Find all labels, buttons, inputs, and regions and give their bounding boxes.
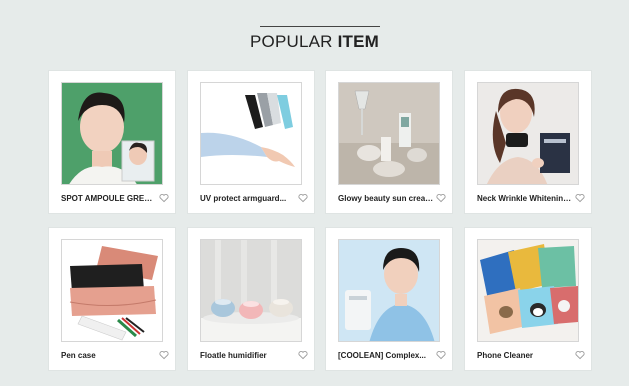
product-image[interactable] bbox=[61, 239, 163, 342]
product-card[interactable]: Neck Wrinkle Whitening... bbox=[465, 71, 591, 213]
product-grid: SPOT AMPOULE GREEN... UV protect armguar… bbox=[0, 0, 629, 386]
product-name[interactable]: Glowy beauty sun cream. bbox=[338, 194, 434, 203]
product-image[interactable] bbox=[200, 82, 302, 185]
heart-icon[interactable] bbox=[159, 350, 169, 360]
product-name[interactable]: SPOT AMPOULE GREEN... bbox=[61, 194, 157, 203]
heart-icon[interactable] bbox=[159, 193, 169, 203]
product-name[interactable]: [COOLEAN] Complex... bbox=[338, 351, 434, 360]
product-card[interactable]: Glowy beauty sun cream. bbox=[326, 71, 452, 213]
product-name[interactable]: Floatle humidifier bbox=[200, 351, 296, 360]
product-card[interactable]: UV protect armguard... bbox=[188, 71, 314, 213]
heart-icon[interactable] bbox=[298, 350, 308, 360]
product-image[interactable] bbox=[61, 82, 163, 185]
product-image[interactable] bbox=[338, 82, 440, 185]
heart-icon[interactable] bbox=[575, 350, 585, 360]
product-name[interactable]: Pen case bbox=[61, 351, 157, 360]
product-image[interactable] bbox=[338, 239, 440, 342]
heart-icon[interactable] bbox=[436, 350, 446, 360]
product-image[interactable] bbox=[477, 82, 579, 185]
product-card[interactable]: [COOLEAN] Complex... bbox=[326, 228, 452, 370]
product-card[interactable]: SPOT AMPOULE GREEN... bbox=[49, 71, 175, 213]
heart-icon[interactable] bbox=[298, 193, 308, 203]
product-card[interactable]: Pen case bbox=[49, 228, 175, 370]
product-name[interactable]: Neck Wrinkle Whitening... bbox=[477, 194, 573, 203]
heart-icon[interactable] bbox=[436, 193, 446, 203]
product-card[interactable]: Phone Cleaner bbox=[465, 228, 591, 370]
product-name[interactable]: Phone Cleaner bbox=[477, 351, 573, 360]
product-image[interactable] bbox=[477, 239, 579, 342]
heart-icon[interactable] bbox=[575, 193, 585, 203]
product-image[interactable] bbox=[200, 239, 302, 342]
product-card[interactable]: Floatle humidifier bbox=[188, 228, 314, 370]
product-name[interactable]: UV protect armguard... bbox=[200, 194, 296, 203]
